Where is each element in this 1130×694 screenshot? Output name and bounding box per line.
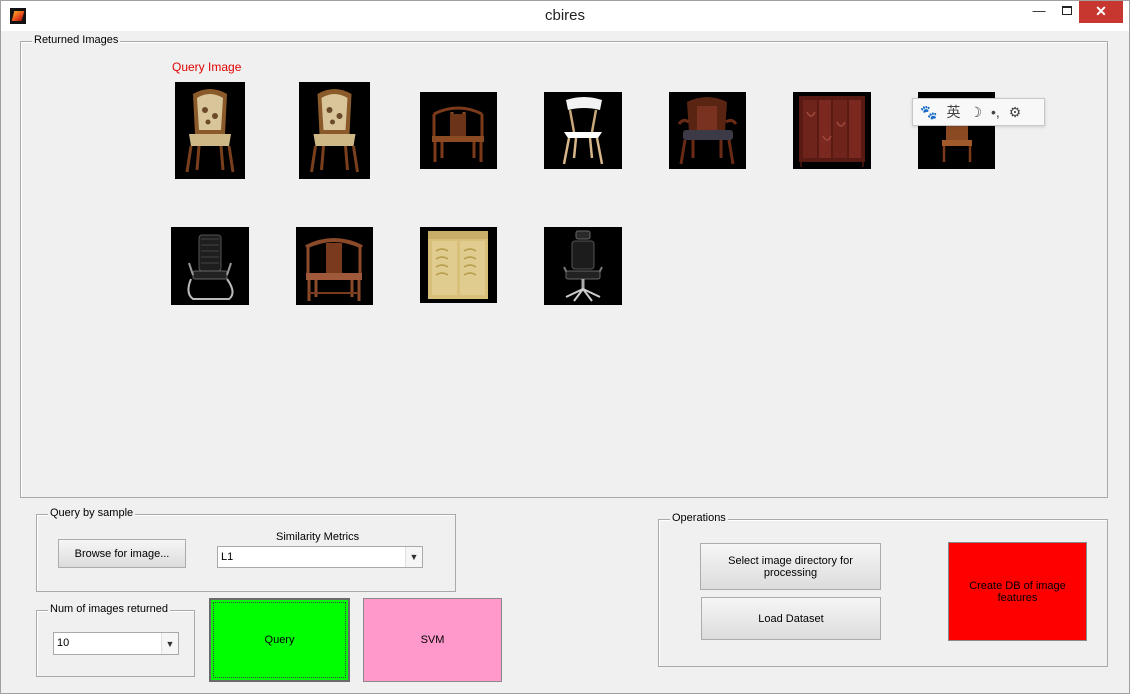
result-image-1	[175, 82, 245, 179]
maximize-icon	[1062, 5, 1072, 15]
load-dataset-button[interactable]: Load Dataset	[701, 597, 881, 640]
office-chair-icon	[187, 234, 234, 300]
shoe-cabinet-icon	[428, 231, 488, 299]
result-image-10	[420, 227, 497, 303]
create-db-button[interactable]: Create DB of image features	[948, 542, 1087, 641]
num-images-legend: Num of images returned	[48, 603, 170, 615]
title-bar: cbires — ✕	[1, 1, 1129, 31]
similarity-metric-select[interactable]: L1 ▼	[217, 546, 423, 568]
query-by-sample-legend: Query by sample	[48, 507, 136, 519]
result-image-5	[669, 92, 746, 169]
result-image-8	[171, 227, 249, 305]
gear-icon[interactable]: ⚙	[1009, 105, 1022, 119]
language-toggle[interactable]: 英	[946, 105, 960, 119]
select-directory-button[interactable]: Select image directory for processing	[700, 543, 881, 590]
white-chair-icon	[562, 97, 604, 165]
window-title: cbires	[544, 7, 585, 24]
similarity-metrics-label: Similarity Metrics	[276, 531, 360, 543]
paw-icon[interactable]: 🐾	[920, 105, 937, 119]
result-image-3	[420, 92, 497, 169]
cabinet-icon	[799, 96, 865, 167]
wooden-armchair-icon	[432, 106, 484, 162]
similarity-metric-value: L1	[221, 551, 234, 563]
result-image-6	[793, 92, 871, 169]
carved-armchair-icon	[677, 97, 738, 165]
result-image-11	[544, 227, 622, 305]
close-button[interactable]: ✕	[1079, 1, 1123, 23]
svm-button[interactable]: SVM	[363, 598, 502, 682]
ming-armchair-icon	[305, 238, 363, 301]
chevron-down-icon[interactable]: ▼	[405, 547, 422, 567]
num-images-value: 10	[57, 637, 70, 649]
result-image-9	[296, 227, 373, 305]
headrest-office-chair-icon	[563, 230, 603, 302]
chevron-down-icon[interactable]: ▼	[161, 633, 178, 654]
query-image-label: Query Image	[172, 60, 242, 74]
moon-icon[interactable]: ☽	[969, 105, 982, 119]
operations-legend: Operations	[670, 512, 728, 524]
result-image-2	[299, 82, 370, 179]
returned-images-legend: Returned Images	[32, 34, 121, 46]
browse-image-button[interactable]: Browse for image...	[58, 539, 186, 568]
ime-toolbar[interactable]: 🐾 英 ☽ •, ⚙	[912, 98, 1045, 126]
result-image-4	[544, 92, 622, 169]
query-button[interactable]: Query	[209, 598, 350, 682]
ornate-chair-icon	[310, 89, 359, 173]
num-images-select[interactable]: 10 ▼	[53, 632, 179, 655]
maximize-button[interactable]	[1053, 1, 1081, 23]
app-window: cbires — ✕ Returned Images Query Image 🐾…	[0, 0, 1130, 694]
ornate-chair-icon	[185, 89, 235, 173]
punctuation-icon[interactable]: •,	[991, 105, 1000, 119]
minimize-button[interactable]: —	[1025, 1, 1053, 23]
